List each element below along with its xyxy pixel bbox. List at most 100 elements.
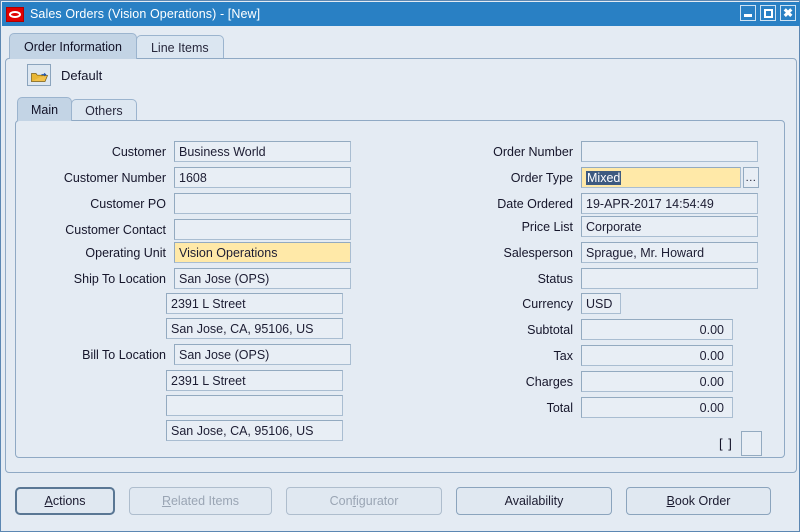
field-customer-po-label: Customer PO xyxy=(90,196,166,211)
related-items-button[interactable]: Related Items xyxy=(129,487,272,515)
price-list-input[interactable]: Corporate xyxy=(581,216,758,237)
field-currency: Currency USD xyxy=(421,293,621,314)
flexfield-label: [ ] xyxy=(719,436,733,451)
field-ship-to-address2: San Jose, CA, 95106, US xyxy=(166,318,343,339)
book-order-button[interactable]: Book Order xyxy=(626,487,771,515)
field-ship-to-address1: 2391 L Street xyxy=(166,293,343,314)
field-salesperson: Salesperson Sprague, Mr. Howard xyxy=(421,242,758,263)
window-controls: ✖ xyxy=(740,5,796,21)
field-total-label: Total xyxy=(546,400,573,415)
salesperson-input[interactable]: Sprague, Mr. Howard xyxy=(581,242,758,263)
folder-toolbar: Default xyxy=(27,64,102,86)
availability-button-label: Availability xyxy=(504,494,564,508)
field-customer-label: Customer xyxy=(111,144,166,159)
field-operating-unit-label: Operating Unit xyxy=(85,245,166,260)
ship-to-location-input[interactable]: San Jose (OPS) xyxy=(174,268,351,289)
field-bill-to-location-label: Bill To Location xyxy=(82,347,166,362)
tab-others-label: Others xyxy=(85,103,123,118)
sales-orders-window: Sales Orders (Vision Operations) - [New]… xyxy=(0,0,800,532)
field-subtotal-label: Subtotal xyxy=(527,322,573,337)
descriptive-flexfield: [ ] xyxy=(719,431,762,456)
field-bill-to-address2 xyxy=(166,395,343,416)
form-button-bar: Actions Related Items Configurator Avail… xyxy=(1,487,800,515)
operating-unit-input[interactable]: Vision Operations xyxy=(174,242,351,263)
field-date-ordered-label: Date Ordered xyxy=(497,196,573,211)
subtotal-input[interactable]: 0.00 xyxy=(581,319,733,340)
tab-main[interactable]: Main xyxy=(17,97,73,121)
charges-input[interactable]: 0.00 xyxy=(581,371,733,392)
actions-button[interactable]: Actions xyxy=(15,487,115,515)
order-type-value: Mixed xyxy=(586,170,622,185)
oracle-logo-icon xyxy=(6,6,24,22)
tab-main-label: Main xyxy=(31,102,59,117)
availability-button[interactable]: Availability xyxy=(456,487,612,515)
date-ordered-input[interactable]: 19-APR-2017 14:54:49 xyxy=(581,193,758,214)
customer-number-input[interactable]: 1608 xyxy=(174,167,351,188)
field-bill-to-address1: 2391 L Street xyxy=(166,370,343,391)
field-order-type: Order Type Mixed ... xyxy=(421,167,759,188)
related-items-button-label: Related Items xyxy=(161,494,240,508)
field-ship-to-location: Ship To Location San Jose (OPS) xyxy=(21,268,351,289)
customer-input[interactable]: Business World xyxy=(174,141,351,162)
field-subtotal: Subtotal 0.00 xyxy=(421,319,733,340)
currency-input[interactable]: USD xyxy=(581,293,621,314)
inner-tabstrip: Main Others xyxy=(17,97,137,121)
field-customer-contact-label: Customer Contact xyxy=(65,222,166,237)
field-charges: Charges 0.00 xyxy=(421,371,733,392)
tab-line-items[interactable]: Line Items xyxy=(135,35,224,59)
ship-to-address1-input[interactable]: 2391 L Street xyxy=(166,293,343,314)
open-folder-icon[interactable] xyxy=(27,64,51,86)
tab-line-items-label: Line Items xyxy=(150,40,209,55)
maximize-button[interactable] xyxy=(760,5,776,21)
close-glyph: ✖ xyxy=(782,6,794,20)
tab-others[interactable]: Others xyxy=(71,99,137,121)
actions-button-label: Actions xyxy=(44,494,86,508)
ship-to-address2-input[interactable]: San Jose, CA, 95106, US xyxy=(166,318,343,339)
close-icon[interactable]: ✖ xyxy=(780,5,796,21)
bill-to-address3-input[interactable]: San Jose, CA, 95106, US xyxy=(166,420,343,441)
order-number-input[interactable] xyxy=(581,141,758,162)
tab-order-information-label: Order Information xyxy=(24,39,122,54)
field-operating-unit: Operating Unit Vision Operations xyxy=(21,242,351,263)
default-label: Default xyxy=(61,67,103,83)
order-type-input[interactable]: Mixed xyxy=(581,167,741,188)
field-customer-number-label: Customer Number xyxy=(63,170,166,185)
field-total: Total 0.00 xyxy=(421,397,733,418)
configurator-button[interactable]: Configurator xyxy=(286,487,442,515)
total-input[interactable]: 0.00 xyxy=(581,397,733,418)
field-price-list-label: Price List xyxy=(521,219,573,234)
window-titlebar: Sales Orders (Vision Operations) - [New]… xyxy=(2,2,800,26)
field-status: Status xyxy=(421,268,758,289)
flexfield-box[interactable] xyxy=(740,431,762,456)
bill-to-location-input[interactable]: San Jose (OPS) xyxy=(174,344,351,365)
field-currency-label: Currency xyxy=(522,296,573,311)
field-bill-to-address3: San Jose, CA, 95106, US xyxy=(166,420,343,441)
minimize-button[interactable] xyxy=(740,5,756,21)
field-tax: Tax 0.00 xyxy=(421,345,733,366)
field-charges-label: Charges xyxy=(525,374,573,389)
bill-to-address1-input[interactable]: 2391 L Street xyxy=(166,370,343,391)
field-salesperson-label: Salesperson xyxy=(503,245,574,260)
window-title: Sales Orders (Vision Operations) - [New] xyxy=(30,7,261,21)
field-tax-label: Tax xyxy=(553,348,573,363)
field-order-number: Order Number xyxy=(421,141,758,162)
field-customer-contact: Customer Contact xyxy=(21,219,351,240)
field-order-number-label: Order Number xyxy=(493,144,573,159)
bill-to-address2-input[interactable] xyxy=(166,395,343,416)
tax-input[interactable]: 0.00 xyxy=(581,345,733,366)
field-date-ordered: Date Ordered 19-APR-2017 14:54:49 xyxy=(421,193,758,214)
field-customer-po: Customer PO xyxy=(21,193,351,214)
field-bill-to-location: Bill To Location San Jose (OPS) xyxy=(21,344,351,365)
order-type-lov-button[interactable]: ... xyxy=(743,167,759,188)
tab-order-information[interactable]: Order Information xyxy=(9,33,137,59)
field-customer: Customer Business World xyxy=(21,141,351,162)
status-input[interactable] xyxy=(581,268,758,289)
field-price-list: Price List Corporate xyxy=(421,216,758,237)
customer-contact-input[interactable] xyxy=(174,219,351,240)
field-status-label: Status xyxy=(537,271,573,286)
field-order-type-label: Order Type xyxy=(510,170,573,185)
field-ship-to-location-label: Ship To Location xyxy=(73,271,166,286)
book-order-button-label: Book Order xyxy=(666,494,731,508)
configurator-button-label: Configurator xyxy=(329,494,399,508)
customer-po-input[interactable] xyxy=(174,193,351,214)
